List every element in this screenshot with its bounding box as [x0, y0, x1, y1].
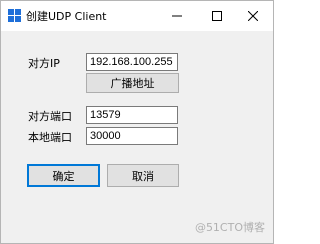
- local-port-label: 本地端口: [28, 131, 72, 144]
- close-icon: [248, 11, 258, 21]
- remote-ip-label: 对方IP: [28, 57, 60, 70]
- create-udp-client-dialog: 创建UDP Client 对方IP 192.168.100.255 广播地址 对…: [0, 0, 274, 244]
- ok-button[interactable]: 确定: [27, 164, 100, 187]
- remote-port-input[interactable]: 13579: [86, 106, 178, 124]
- watermark: @51CTO博客: [194, 221, 265, 234]
- minimize-icon: [172, 11, 182, 21]
- remote-ip-input[interactable]: 192.168.100.255: [86, 53, 178, 71]
- minimize-button[interactable]: [157, 1, 197, 31]
- maximize-button[interactable]: [197, 1, 237, 31]
- title-bar[interactable]: 创建UDP Client: [1, 1, 273, 31]
- window-title: 创建UDP Client: [26, 10, 107, 23]
- cancel-button[interactable]: 取消: [107, 164, 179, 187]
- close-button[interactable]: [233, 1, 273, 31]
- local-port-input[interactable]: 30000: [86, 127, 178, 145]
- app-grid-icon: [8, 9, 21, 22]
- broadcast-address-button[interactable]: 广播地址: [86, 73, 179, 93]
- maximize-icon: [212, 11, 222, 21]
- remote-port-label: 对方端口: [28, 110, 72, 123]
